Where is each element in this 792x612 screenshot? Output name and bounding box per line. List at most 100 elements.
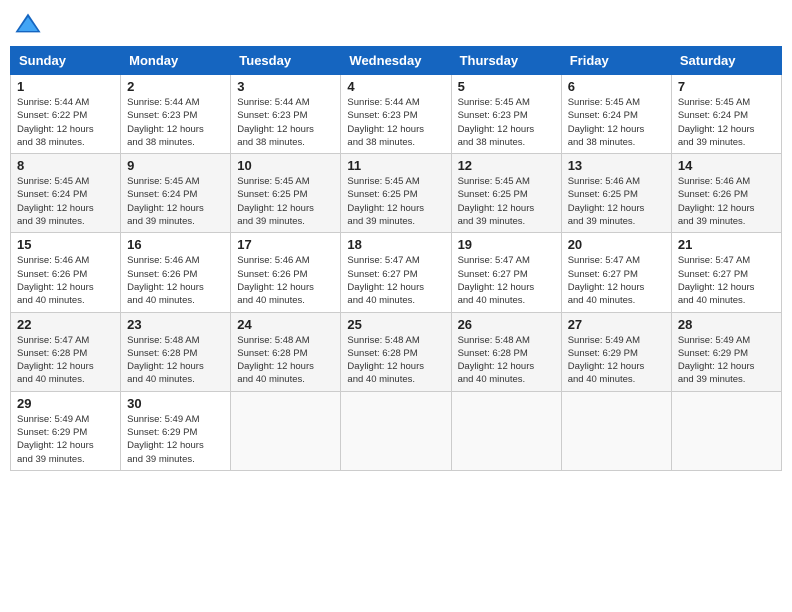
calendar-cell: 25Sunrise: 5:48 AMSunset: 6:28 PMDayligh… [341,312,451,391]
day-number: 23 [127,317,224,332]
day-info: Sunrise: 5:47 AMSunset: 6:27 PMDaylight:… [458,254,555,307]
calendar-cell: 13 Sunrise: 5:46 AMSunset: 6:25 PMDayligh… [561,154,671,233]
calendar-cell: 9 Sunrise: 5:45 AMSunset: 6:24 PMDaylight… [121,154,231,233]
calendar-cell [561,391,671,470]
day-info: Sunrise: 5:44 AMSunset: 6:23 PMDaylight:… [347,96,444,149]
calendar-cell: 26Sunrise: 5:48 AMSunset: 6:28 PMDayligh… [451,312,561,391]
day-info: Sunrise: 5:49 AMSunset: 6:29 PMDaylight:… [17,413,114,466]
day-header-sunday: Sunday [11,47,121,75]
day-info: Sunrise: 5:45 AMSunset: 6:25 PMDaylight:… [347,175,444,228]
day-info: Sunrise: 5:49 AMSunset: 6:29 PMDaylight:… [127,413,224,466]
calendar-cell [231,391,341,470]
day-number: 6 [568,79,665,94]
calendar-cell: 14 Sunrise: 5:46 AMSunset: 6:26 PMDayligh… [671,154,781,233]
calendar-cell [341,391,451,470]
day-number: 22 [17,317,114,332]
day-info: Sunrise: 5:45 AMSunset: 6:23 PMDaylight:… [458,96,555,149]
calendar-cell: 24Sunrise: 5:48 AMSunset: 6:28 PMDayligh… [231,312,341,391]
calendar-cell: 10 Sunrise: 5:45 AMSunset: 6:25 PMDayligh… [231,154,341,233]
logo [14,10,46,38]
calendar-cell: 29 Sunrise: 5:49 AMSunset: 6:29 PMDayligh… [11,391,121,470]
day-info: Sunrise: 5:45 AMSunset: 6:25 PMDaylight:… [237,175,334,228]
day-info: Sunrise: 5:45 AMSunset: 6:24 PMDaylight:… [17,175,114,228]
calendar-cell: 5 Sunrise: 5:45 AMSunset: 6:23 PMDaylight… [451,75,561,154]
calendar-cell: 7 Sunrise: 5:45 AMSunset: 6:24 PMDaylight… [671,75,781,154]
day-number: 11 [347,158,444,173]
day-info: Sunrise: 5:49 AMSunset: 6:29 PMDaylight:… [678,334,775,387]
day-info: Sunrise: 5:46 AMSunset: 6:26 PMDaylight:… [678,175,775,228]
day-info: Sunrise: 5:45 AMSunset: 6:24 PMDaylight:… [127,175,224,228]
day-info: Sunrise: 5:47 AMSunset: 6:28 PMDaylight:… [17,334,114,387]
day-header-monday: Monday [121,47,231,75]
day-number: 17 [237,237,334,252]
day-number: 26 [458,317,555,332]
calendar-cell: 22 Sunrise: 5:47 AMSunset: 6:28 PMDayligh… [11,312,121,391]
calendar-cell: 2 Sunrise: 5:44 AMSunset: 6:23 PMDaylight… [121,75,231,154]
calendar-cell: 23 Sunrise: 5:48 AMSunset: 6:28 PMDayligh… [121,312,231,391]
day-info: Sunrise: 5:44 AMSunset: 6:22 PMDaylight:… [17,96,114,149]
day-number: 20 [568,237,665,252]
calendar-cell: 8 Sunrise: 5:45 AMSunset: 6:24 PMDaylight… [11,154,121,233]
day-number: 4 [347,79,444,94]
calendar-cell: 28 Sunrise: 5:49 AMSunset: 6:29 PMDayligh… [671,312,781,391]
day-number: 25 [347,317,444,332]
day-header-friday: Friday [561,47,671,75]
calendar-table: SundayMondayTuesdayWednesdayThursdayFrid… [10,46,782,471]
calendar-cell: 21Sunrise: 5:47 AMSunset: 6:27 PMDayligh… [671,233,781,312]
day-number: 27 [568,317,665,332]
day-number: 3 [237,79,334,94]
day-info: Sunrise: 5:44 AMSunset: 6:23 PMDaylight:… [127,96,224,149]
day-info: Sunrise: 5:46 AMSunset: 6:26 PMDaylight:… [17,254,114,307]
calendar-header-row: SundayMondayTuesdayWednesdayThursdayFrid… [11,47,782,75]
day-info: Sunrise: 5:47 AMSunset: 6:27 PMDaylight:… [568,254,665,307]
calendar-cell [451,391,561,470]
day-info: Sunrise: 5:48 AMSunset: 6:28 PMDaylight:… [127,334,224,387]
day-number: 1 [17,79,114,94]
calendar-cell: 27 Sunrise: 5:49 AMSunset: 6:29 PMDayligh… [561,312,671,391]
day-number: 30 [127,396,224,411]
day-number: 18 [347,237,444,252]
logo-icon [14,10,42,38]
day-header-tuesday: Tuesday [231,47,341,75]
day-info: Sunrise: 5:44 AMSunset: 6:23 PMDaylight:… [237,96,334,149]
day-info: Sunrise: 5:45 AMSunset: 6:24 PMDaylight:… [568,96,665,149]
calendar-cell: 11 Sunrise: 5:45 AMSunset: 6:25 PMDayligh… [341,154,451,233]
calendar-cell: 18 Sunrise: 5:47 AMSunset: 6:27 PMDayligh… [341,233,451,312]
day-info: Sunrise: 5:47 AMSunset: 6:27 PMDaylight:… [347,254,444,307]
day-number: 14 [678,158,775,173]
day-info: Sunrise: 5:46 AMSunset: 6:25 PMDaylight:… [568,175,665,228]
day-header-saturday: Saturday [671,47,781,75]
day-info: Sunrise: 5:48 AMSunset: 6:28 PMDaylight:… [237,334,334,387]
day-info: Sunrise: 5:45 AMSunset: 6:24 PMDaylight:… [678,96,775,149]
calendar-cell: 15 Sunrise: 5:46 AMSunset: 6:26 PMDayligh… [11,233,121,312]
calendar-week-row: 22 Sunrise: 5:47 AMSunset: 6:28 PMDayligh… [11,312,782,391]
page-header [10,10,782,38]
day-number: 8 [17,158,114,173]
day-info: Sunrise: 5:46 AMSunset: 6:26 PMDaylight:… [127,254,224,307]
day-number: 12 [458,158,555,173]
day-number: 19 [458,237,555,252]
calendar-week-row: 29 Sunrise: 5:49 AMSunset: 6:29 PMDayligh… [11,391,782,470]
day-info: Sunrise: 5:46 AMSunset: 6:26 PMDaylight:… [237,254,334,307]
calendar-week-row: 15 Sunrise: 5:46 AMSunset: 6:26 PMDayligh… [11,233,782,312]
calendar-cell: 30 Sunrise: 5:49 AMSunset: 6:29 PMDayligh… [121,391,231,470]
day-number: 16 [127,237,224,252]
day-info: Sunrise: 5:49 AMSunset: 6:29 PMDaylight:… [568,334,665,387]
calendar-cell: 4 Sunrise: 5:44 AMSunset: 6:23 PMDaylight… [341,75,451,154]
calendar-cell: 17 Sunrise: 5:46 AMSunset: 6:26 PMDayligh… [231,233,341,312]
calendar-cell: 3 Sunrise: 5:44 AMSunset: 6:23 PMDaylight… [231,75,341,154]
calendar-week-row: 8 Sunrise: 5:45 AMSunset: 6:24 PMDaylight… [11,154,782,233]
calendar-cell: 20 Sunrise: 5:47 AMSunset: 6:27 PMDayligh… [561,233,671,312]
day-number: 28 [678,317,775,332]
day-number: 13 [568,158,665,173]
day-number: 21 [678,237,775,252]
day-number: 2 [127,79,224,94]
day-number: 9 [127,158,224,173]
day-number: 7 [678,79,775,94]
day-number: 5 [458,79,555,94]
day-number: 10 [237,158,334,173]
calendar-cell: 12Sunrise: 5:45 AMSunset: 6:25 PMDayligh… [451,154,561,233]
calendar-cell [671,391,781,470]
day-number: 29 [17,396,114,411]
day-number: 15 [17,237,114,252]
